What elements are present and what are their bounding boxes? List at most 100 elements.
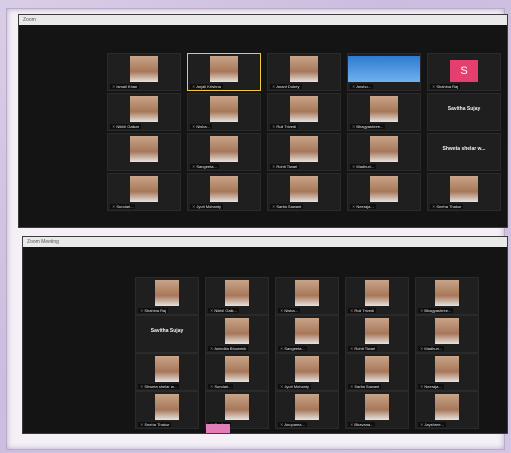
participant-label: ✕Sundari... bbox=[110, 204, 136, 209]
participant-tile[interactable]: ✕Madhuri... bbox=[415, 315, 479, 353]
participant-label: ✕Jyoti Mohanty bbox=[190, 204, 224, 209]
participant-tile[interactable]: ✕Jyoti Mohanty bbox=[275, 353, 339, 391]
participant-tile[interactable]: ✕Rohit Tiwari bbox=[267, 133, 341, 171]
participant-tile[interactable]: ✕Nikhil Gaikar bbox=[107, 93, 181, 131]
participant-tile[interactable]: ✕Anupama... bbox=[275, 391, 339, 429]
participant-name: Anjali Krishna bbox=[196, 84, 221, 89]
participant-video bbox=[369, 176, 399, 202]
mic-muted-icon: ✕ bbox=[272, 84, 276, 89]
mic-muted-icon: ✕ bbox=[432, 84, 436, 89]
avatar-tile bbox=[206, 424, 230, 433]
participant-label: ✕Sarita Sawant bbox=[270, 204, 304, 209]
participant-name: Nisha... bbox=[196, 124, 210, 129]
participant-label: ✕Sarita Sawant bbox=[348, 384, 382, 389]
participant-label: ✕Ruli Trivedi bbox=[270, 124, 299, 129]
mic-muted-icon: ✕ bbox=[432, 204, 436, 209]
participant-name: Anindita Bhowmik bbox=[214, 346, 247, 351]
participant-video bbox=[209, 176, 239, 202]
participant-tile[interactable]: ✕Neeraja... bbox=[415, 353, 479, 391]
participant-tile[interactable]: ✕Jayshree... bbox=[415, 391, 479, 429]
participant-name: Sundari... bbox=[214, 384, 232, 389]
participant-tile[interactable]: ✕Shahina Raj bbox=[135, 277, 199, 315]
participant-tile[interactable]: ✕Anindita Bhowmik bbox=[205, 315, 269, 353]
video-row: ✕Ismail Khan ✕Anjali Krishna ✕Anant Dubey ✕… bbox=[19, 53, 507, 91]
participant-tile[interactable]: ✕Ruli Trivedi bbox=[267, 93, 341, 131]
participant-tile[interactable]: Shweta shelar w... bbox=[427, 133, 501, 171]
participant-tile[interactable]: ✕Anjali Krishna bbox=[187, 53, 261, 91]
participant-tile[interactable]: ✕Nikhil Gaik... bbox=[205, 277, 269, 315]
participant-tile[interactable]: ✕Sarita Sawant bbox=[267, 173, 341, 211]
participant-tile[interactable]: ✕Nisha... bbox=[275, 277, 339, 315]
mic-muted-icon: ✕ bbox=[350, 384, 354, 389]
participant-name: Ruli Trivedi bbox=[276, 124, 297, 129]
participant-tile[interactable]: ✕Bhavana... bbox=[345, 391, 409, 429]
participant-label: ✕Bhagyashree... bbox=[350, 124, 386, 129]
mic-muted-icon: ✕ bbox=[280, 308, 284, 313]
video-row: ✕Shweta shelar w... ✕Sundari... ✕Jyoti Moh… bbox=[23, 353, 507, 391]
participant-tile[interactable]: S ✕Shahina Raj bbox=[427, 53, 501, 91]
participant-video bbox=[224, 318, 250, 344]
participant-name-large: Shweta shelar w... bbox=[442, 146, 486, 152]
participant-label: ✕Neeraja... bbox=[350, 204, 376, 209]
participant-tile[interactable]: ✕Sundari... bbox=[107, 173, 181, 211]
mic-muted-icon: ✕ bbox=[140, 384, 144, 389]
participant-video bbox=[364, 356, 390, 382]
mic-muted-icon: ✕ bbox=[350, 308, 354, 313]
participant-name: Anant Dubey bbox=[276, 84, 300, 89]
participant-video bbox=[434, 394, 460, 420]
participant-video bbox=[348, 56, 420, 82]
participant-name: Shweta shelar w... bbox=[144, 384, 177, 389]
participant-video bbox=[364, 318, 390, 344]
participant-name: Sarita Sawant bbox=[276, 204, 302, 209]
participant-tile[interactable]: Savitha Sujay bbox=[135, 315, 199, 353]
participant-tile[interactable]: ✕Sarita Sawant bbox=[345, 353, 409, 391]
participant-tile[interactable]: ✕Sneha Thakur bbox=[427, 173, 501, 211]
participant-tile[interactable]: ✕Shweta shelar w... bbox=[135, 353, 199, 391]
participant-tile[interactable]: ✕Jyoti Mohanty bbox=[187, 173, 261, 211]
participant-name: Bhagyashree... bbox=[424, 308, 452, 313]
participant-tile[interactable]: ✕Anant Dubey bbox=[267, 53, 341, 91]
video-row: ✕Nikhil Gaikar ✕Nisha... ✕Ruli Trivedi ✕Bha… bbox=[19, 93, 507, 131]
participant-label: ✕Nisha... bbox=[190, 124, 212, 129]
participant-name: Neeraja... bbox=[356, 204, 374, 209]
mic-muted-icon: ✕ bbox=[280, 422, 284, 427]
participant-video bbox=[369, 96, 399, 122]
mic-muted-icon: ✕ bbox=[420, 346, 424, 351]
participant-label: ✕Neeraja... bbox=[418, 384, 444, 389]
participant-tile[interactable]: ✕Sangeeta... bbox=[187, 133, 261, 171]
mic-muted-icon: ✕ bbox=[192, 164, 196, 169]
participant-tile[interactable]: ✕Sneha Thakur bbox=[135, 391, 199, 429]
participant-tile[interactable]: ✕Sundari... bbox=[205, 353, 269, 391]
participant-name: Nikhil Gaikar bbox=[116, 124, 140, 129]
participant-tile[interactable]: Savitha Sujay bbox=[427, 93, 501, 131]
participant-name: Shahina Raj bbox=[144, 308, 167, 313]
participant-tile[interactable]: ✕Sangeeta... bbox=[275, 315, 339, 353]
participant-name: Shahina Raj bbox=[436, 84, 459, 89]
participant-video bbox=[154, 356, 180, 382]
participant-video bbox=[289, 176, 319, 202]
participant-tile[interactable]: ✕Neeraja... bbox=[347, 173, 421, 211]
participant-video bbox=[129, 56, 159, 82]
participant-tile[interactable]: ✕Nisha... bbox=[187, 93, 261, 131]
participant-tile[interactable]: ✕Madhuri... bbox=[347, 133, 421, 171]
participant-video bbox=[224, 280, 250, 306]
participant-video bbox=[209, 56, 239, 82]
participant-video bbox=[129, 96, 159, 122]
mic-muted-icon: ✕ bbox=[272, 204, 276, 209]
participant-tile[interactable]: ✕Bhagyashree... bbox=[347, 93, 421, 131]
participant-tile[interactable]: ✕Anshu... bbox=[347, 53, 421, 91]
participant-tile[interactable]: ✕Bhagyashree... bbox=[415, 277, 479, 315]
participant-label: ✕Nikhil Gaikar bbox=[110, 124, 142, 129]
participant-tile[interactable] bbox=[107, 133, 181, 171]
mic-muted-icon: ✕ bbox=[352, 204, 356, 209]
participant-video bbox=[294, 318, 320, 344]
mic-muted-icon: ✕ bbox=[352, 124, 356, 129]
window-title: Zoom Meeting bbox=[23, 237, 507, 247]
participant-label: ✕Sneha Thakur bbox=[138, 422, 172, 427]
participant-tile[interactable]: ✕Rohit Tiwari bbox=[345, 315, 409, 353]
participant-tile[interactable]: ✕Ismail Khan bbox=[107, 53, 181, 91]
window-title: Zoom bbox=[19, 15, 507, 25]
participant-tile[interactable]: ✕Ruli Trivedi bbox=[345, 277, 409, 315]
video-row: ✕Sundari... ✕Jyoti Mohanty ✕Sarita Sawant ✕… bbox=[19, 173, 507, 211]
participant-label: ✕Shahina Raj bbox=[138, 308, 169, 313]
